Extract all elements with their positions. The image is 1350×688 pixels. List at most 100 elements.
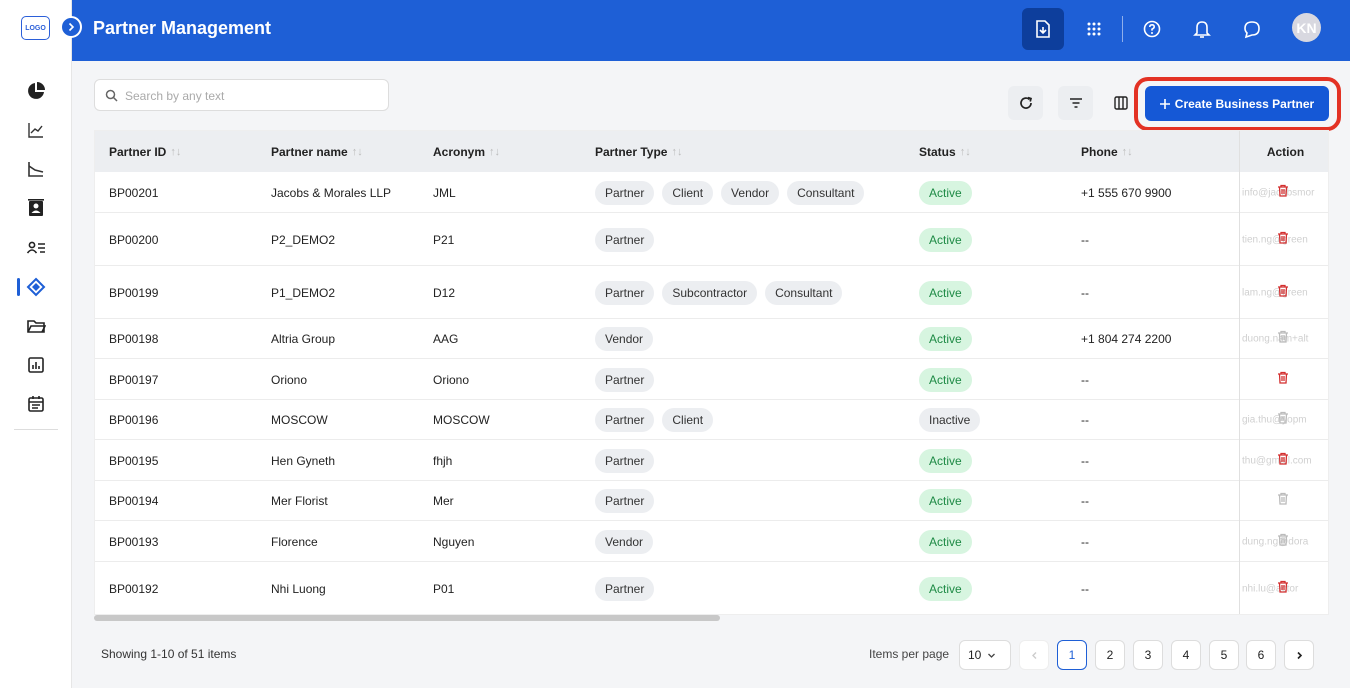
- table-row[interactable]: BP00199 P1_DEMO2 D12 Partner Subcontractor Co…: [95, 266, 1328, 319]
- action-cell: duong.nam+alt: [1240, 319, 1328, 359]
- page-button[interactable]: 5: [1209, 640, 1239, 670]
- chevron-down-icon: [988, 653, 996, 658]
- help-icon: [1143, 20, 1161, 38]
- search-box[interactable]: [94, 79, 389, 111]
- partner-type-cell: Partner: [595, 576, 655, 601]
- delete-button[interactable]: [1277, 533, 1289, 551]
- search-input[interactable]: [125, 86, 380, 106]
- delete-button[interactable]: [1277, 580, 1289, 598]
- action-cell: tien.ng@green: [1240, 213, 1328, 266]
- toolbar-separator: [1122, 16, 1123, 42]
- table-row[interactable]: BP00195 Hen Gyneth fhjh Partner Active --: [95, 440, 1328, 481]
- partner-type-cell: Partner: [595, 489, 655, 513]
- table-row[interactable]: BP00193 Florence Nguyen Vendor Active --: [95, 521, 1328, 562]
- status-badge: Active: [919, 280, 972, 305]
- column-header-partner-type[interactable]: Partner Type ↑↓: [595, 145, 682, 159]
- table-row[interactable]: BP00200 P2_DEMO2 P21 Partner Active --: [95, 213, 1328, 266]
- column-header-status[interactable]: Status ↑↓: [919, 145, 971, 159]
- table-row[interactable]: BP00201 Jacobs & Morales LLP JML Partner Cli…: [95, 172, 1328, 213]
- partner-name-cell: MOSCOW: [271, 413, 328, 427]
- trash-icon: [1277, 411, 1289, 428]
- partner-name-cell: Mer Florist: [271, 494, 328, 508]
- sort-icon[interactable]: ↑↓: [170, 146, 181, 158]
- partner-type-chip: Partner: [595, 227, 655, 252]
- filter-icon: [1069, 98, 1082, 108]
- sidebar-item-analytics[interactable]: [0, 111, 72, 149]
- sort-icon[interactable]: ↑↓: [489, 146, 500, 158]
- items-per-page-select[interactable]: 10: [959, 640, 1011, 670]
- table-row[interactable]: BP00197 Oriono Oriono Partner Active --: [95, 359, 1328, 400]
- sort-icon[interactable]: ↑↓: [1122, 146, 1133, 158]
- sidebar-item-partners[interactable]: [0, 268, 72, 306]
- partner-type-chip: Partner: [595, 280, 655, 305]
- avatar[interactable]: KN: [1292, 13, 1321, 42]
- refresh-icon: [1019, 96, 1032, 109]
- sidebar-item-statistics[interactable]: [0, 346, 72, 384]
- partner-type-cell: Partner: [595, 448, 655, 473]
- sidebar-item-reports[interactable]: [0, 150, 72, 188]
- sort-icon[interactable]: ↑↓: [671, 146, 682, 158]
- page-button[interactable]: 2: [1095, 640, 1125, 670]
- action-cell: thu@gmail.com: [1240, 440, 1328, 481]
- items-per-page-value: 10: [968, 648, 982, 662]
- chat-button[interactable]: [1231, 8, 1273, 50]
- column-header-acronym[interactable]: Acronym ↑↓: [433, 145, 500, 159]
- area-chart-icon: [28, 162, 44, 177]
- download-button[interactable]: [1022, 8, 1064, 50]
- create-business-partner-button[interactable]: Create Business Partner: [1145, 86, 1329, 121]
- sidebar-divider: [14, 429, 58, 430]
- prev-page-button[interactable]: [1019, 640, 1049, 670]
- delete-button[interactable]: [1277, 411, 1289, 429]
- filter-button[interactable]: [1058, 86, 1093, 120]
- notifications-button[interactable]: [1181, 8, 1223, 50]
- delete-button[interactable]: [1277, 184, 1289, 202]
- sidebar-item-contacts[interactable]: [0, 189, 72, 227]
- column-header-partner-name[interactable]: Partner name ↑↓: [271, 145, 363, 159]
- expand-sidebar-button[interactable]: [60, 16, 82, 38]
- page-button[interactable]: 6: [1246, 640, 1276, 670]
- partner-type-chip: Partner: [595, 408, 655, 432]
- sidebar-item-users[interactable]: [0, 229, 72, 267]
- sidebar-item-documents[interactable]: [0, 307, 72, 345]
- delete-button[interactable]: [1277, 330, 1289, 348]
- partner-id-cell: BP00200: [109, 232, 159, 247]
- handshake-icon: [26, 277, 46, 297]
- sidebar-item-calendar[interactable]: [0, 385, 72, 423]
- help-button[interactable]: [1131, 8, 1173, 50]
- delete-button[interactable]: [1277, 371, 1289, 389]
- sort-icon[interactable]: ↑↓: [352, 146, 363, 158]
- delete-button[interactable]: [1277, 452, 1289, 470]
- column-header-phone[interactable]: Phone ↑↓: [1081, 145, 1133, 159]
- partner-id-cell: BP00192: [109, 581, 159, 596]
- column-header-partner-id[interactable]: Partner ID ↑↓: [109, 145, 181, 159]
- partner-type-cell: Partner Client: [595, 408, 714, 432]
- delete-button[interactable]: [1277, 284, 1289, 302]
- column-header-action: Action: [1240, 131, 1328, 172]
- table-row[interactable]: BP00194 Mer Florist Mer Partner Active --: [95, 481, 1328, 521]
- partners-table: Partner ID ↑↓ Partner name ↑↓ Acronym ↑↓ Pa…: [94, 130, 1329, 615]
- sort-icon[interactable]: ↑↓: [960, 146, 971, 158]
- table-row[interactable]: BP00192 Nhi Luong P01 Partner Active --: [95, 562, 1328, 614]
- page-button[interactable]: 1: [1057, 640, 1087, 670]
- page-button[interactable]: 3: [1133, 640, 1163, 670]
- partner-type-chip: Vendor: [721, 180, 780, 205]
- create-button-label: Create Business Partner: [1174, 96, 1315, 111]
- sidebar-item-dashboard[interactable]: [0, 72, 72, 110]
- sidebar: LOGO: [0, 0, 82, 688]
- columns-button[interactable]: [1103, 86, 1138, 120]
- delete-button[interactable]: [1277, 231, 1289, 249]
- table-row[interactable]: BP00198 Altria Group AAG Vendor Active +1 804…: [95, 319, 1328, 359]
- delete-button[interactable]: [1277, 492, 1289, 510]
- refresh-button[interactable]: [1008, 86, 1043, 120]
- partner-id-cell: BP00194: [109, 494, 159, 508]
- page-button[interactable]: 4: [1171, 640, 1201, 670]
- next-page-button[interactable]: [1284, 640, 1314, 670]
- download-icon: [1036, 20, 1050, 38]
- apps-button[interactable]: [1073, 8, 1115, 50]
- phone-cell: +1 555 670 9900: [1081, 185, 1172, 200]
- status-badge: Active: [919, 448, 972, 473]
- acronym-cell: D12: [433, 285, 456, 300]
- horizontal-scrollbar[interactable]: [94, 615, 720, 621]
- table-row[interactable]: BP00196 MOSCOW MOSCOW Partner Client Inactive…: [95, 400, 1328, 440]
- partner-type-cell: Partner: [595, 227, 655, 252]
